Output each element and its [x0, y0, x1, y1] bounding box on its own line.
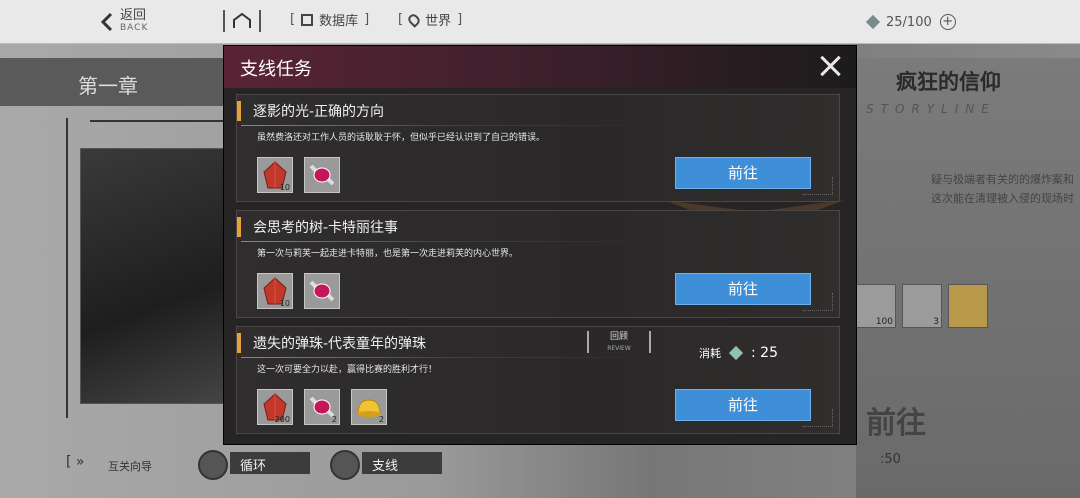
candy-icon	[309, 280, 335, 302]
reward-qty: 10	[279, 299, 290, 308]
quest-card: 遗失的弹珠-代表童年的弹珠 回顾 REVIEW 消耗 : 25 这一次可要全力以…	[236, 326, 840, 434]
dialog-header: 支线任务	[224, 46, 856, 88]
stamina-value: 25/100	[886, 14, 932, 30]
frame-line	[90, 120, 230, 122]
go-button[interactable]: 前往	[675, 157, 811, 189]
back-button[interactable]: 返回 BACK	[100, 8, 149, 34]
database-icon	[301, 13, 314, 26]
plus-icon[interactable]: +	[939, 14, 956, 30]
side-quest-dialog: 支线任务 逐影的光-正确的方向 虽然费洛还对工作人员的话耿耿于怀，但似乎已经认识…	[224, 46, 856, 444]
reward-qty: 10	[279, 183, 290, 192]
frame-line	[66, 118, 68, 418]
reward-qty: 200	[274, 415, 290, 424]
corner-decoration	[803, 409, 833, 427]
divider	[241, 125, 661, 126]
reward-item[interactable]: 100	[856, 284, 896, 328]
reward-item[interactable]	[948, 284, 988, 328]
back-label: 返回	[120, 8, 147, 23]
home-icon	[223, 10, 261, 32]
quest-title: 逐影的光-正确的方向	[253, 104, 385, 120]
reward-list: 200 2 2	[257, 389, 387, 425]
corner-decoration	[803, 293, 833, 311]
top-bar: 返回 BACK [ 数据库 ] [ 世界 ] 25/100 +	[0, 0, 1080, 44]
dialog-title: 支线任务	[240, 59, 312, 80]
bottom-bar: [ » 互关向导 循环 支线	[0, 440, 856, 498]
world-button[interactable]: [ 世界 ]	[398, 10, 462, 29]
reward-qty: 2	[378, 415, 384, 424]
quest-card: 会思考的树-卡特丽往事 第一次与莉芙一起走进卡特丽，也是第一次走进莉芙的内心世界…	[236, 210, 840, 318]
world-label: 世界	[425, 14, 452, 29]
chapter-title: 第一章	[0, 58, 230, 106]
reward-item[interactable]: 2	[351, 389, 387, 425]
close-icon[interactable]	[816, 52, 844, 80]
corner-decoration	[803, 177, 833, 195]
reward-list: 10	[257, 157, 340, 193]
reward-qty: 2	[331, 415, 337, 424]
guide-chevron-icon: [ »	[66, 454, 85, 470]
go-button[interactable]: 前往	[675, 389, 811, 421]
reward-item[interactable]	[304, 157, 340, 193]
storyline-cost: :50	[880, 452, 901, 467]
review-button[interactable]: 回顾 REVIEW	[587, 331, 651, 353]
candy-icon	[309, 164, 335, 186]
quest-card: 逐影的光-正确的方向 虽然费洛还对工作人员的话耿耿于怀，但似乎已经认识到了自己的…	[236, 94, 840, 202]
storyline-title: 疯狂的信仰	[896, 70, 1001, 94]
quest-description: 第一次与莉芙一起走进卡特丽，也是第一次走进莉芙的内心世界。	[257, 249, 519, 259]
diamond-icon	[865, 14, 881, 30]
chapter-scene-image	[80, 148, 230, 404]
reward-item[interactable]: 3	[902, 284, 942, 328]
go-button[interactable]: 前往	[675, 273, 811, 305]
storyline-rewards: 100 3	[856, 284, 988, 328]
review-label: 回顾	[609, 332, 628, 342]
storyline-description: 疑与极端者有关的的爆炸案和 这次能在清理被入侵的现场时	[931, 173, 1074, 205]
branch-icon[interactable]	[330, 450, 360, 480]
quest-description: 虽然费洛还对工作人员的话耿耿于怀，但似乎已经认识到了自己的错误。	[257, 133, 546, 143]
quest-description: 这一次可要全力以赴，赢得比赛的胜利才行！	[257, 365, 438, 375]
reward-item[interactable]: 10	[257, 273, 293, 309]
tab-loop[interactable]: 循环	[230, 452, 310, 474]
storyline-subtitle: STORYLINE	[866, 102, 996, 116]
back-sub-label: BACK	[120, 23, 149, 33]
tab-branch[interactable]: 支线	[362, 452, 442, 474]
location-pin-icon	[406, 11, 422, 28]
guide-button[interactable]: 互关向导	[108, 458, 152, 474]
storyline-go-button[interactable]: 前往	[866, 398, 926, 442]
chapter-detail-panel: 疯狂的信仰 STORYLINE 疑与极端者有关的的爆炸案和 这次能在清理被入侵的…	[856, 58, 1080, 498]
reward-item[interactable]: 10	[257, 157, 293, 193]
cost-display: 消耗 : 25	[699, 345, 778, 361]
divider	[241, 357, 661, 358]
reward-item[interactable]	[304, 273, 340, 309]
cost-label: 消耗	[699, 347, 721, 360]
gear-icon[interactable]	[198, 450, 228, 480]
divider	[241, 241, 661, 242]
quest-title: 会思考的树-卡特丽往事	[253, 220, 399, 236]
quest-title: 遗失的弹珠-代表童年的弹珠	[253, 336, 427, 352]
home-button[interactable]	[222, 8, 262, 34]
cost-value: : 25	[751, 345, 778, 361]
review-sub-label: REVIEW	[607, 345, 631, 352]
reward-item[interactable]: 200	[257, 389, 293, 425]
diamond-icon	[728, 345, 744, 361]
database-button[interactable]: [ 数据库 ]	[290, 10, 369, 29]
accent-bar	[237, 217, 241, 237]
reward-list: 10	[257, 273, 340, 309]
accent-bar	[237, 101, 241, 121]
reward-item[interactable]: 2	[304, 389, 340, 425]
accent-bar	[237, 333, 241, 353]
stamina-counter: 25/100 +	[865, 14, 956, 30]
chevron-left-icon	[100, 12, 113, 32]
database-label: 数据库	[319, 14, 359, 29]
